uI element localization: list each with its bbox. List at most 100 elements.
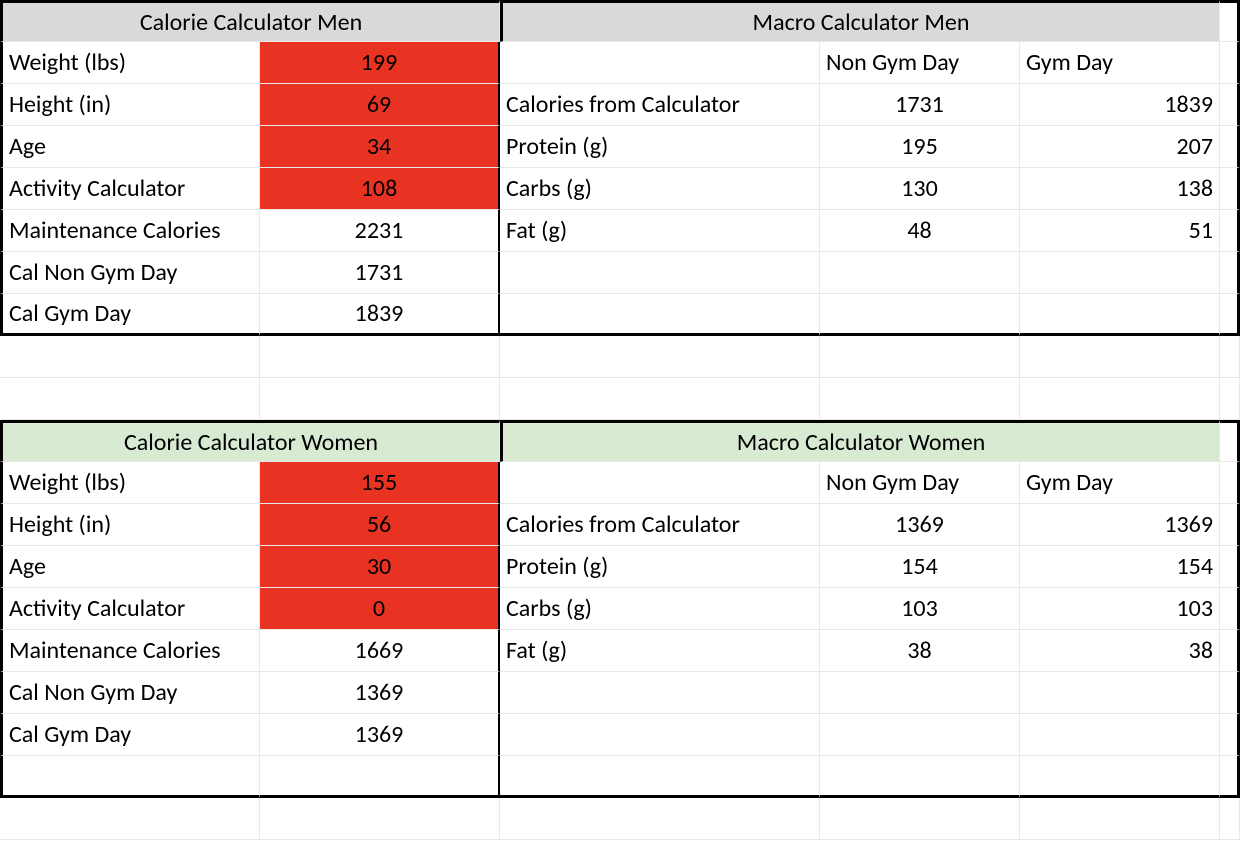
empty-cell: [1020, 798, 1220, 840]
empty-cell: [500, 336, 820, 378]
spacer: [1220, 84, 1240, 126]
empty-cell: [0, 798, 260, 840]
value-calnongym-women: 1369: [260, 672, 500, 714]
label-calories-from-calc-women: Calories from Calculator: [500, 504, 820, 546]
value-fat-gym-men: 51: [1020, 210, 1220, 252]
empty-cell: [260, 798, 500, 840]
label-protein-women: Protein (g): [500, 546, 820, 588]
spacer: [1220, 210, 1240, 252]
empty-cell: [1220, 378, 1240, 420]
label-age-men: Age: [0, 126, 260, 168]
empty-cell: [820, 756, 1020, 798]
value-carbs-nongym-women: 103: [820, 588, 1020, 630]
spacer: [1220, 42, 1240, 84]
spacer: [1220, 294, 1240, 336]
empty-cell: [820, 294, 1020, 336]
macro-blank: [500, 462, 820, 504]
spreadsheet: Calorie Calculator Men Macro Calculator …: [0, 0, 1246, 840]
empty-cell: [500, 672, 820, 714]
spacer: [1220, 714, 1240, 756]
label-calgym-men: Cal Gym Day: [0, 294, 260, 336]
spacer: [1220, 0, 1240, 42]
col-header-nongym-men: Non Gym Day: [820, 42, 1020, 84]
input-height-men[interactable]: 69: [260, 84, 500, 126]
empty-cell: [1220, 336, 1240, 378]
spacer: [1220, 252, 1240, 294]
col-header-nongym-women: Non Gym Day: [820, 462, 1020, 504]
value-cal-nongym-men: 1731: [820, 84, 1020, 126]
label-protein-men: Protein (g): [500, 126, 820, 168]
label-maintenance-men: Maintenance Calories: [0, 210, 260, 252]
empty-cell: [820, 378, 1020, 420]
empty-cell: [0, 756, 260, 798]
label-weight-women: Weight (lbs): [0, 462, 260, 504]
value-maintenance-men: 2231: [260, 210, 500, 252]
value-calnongym-men: 1731: [260, 252, 500, 294]
input-weight-men[interactable]: 199: [260, 42, 500, 84]
empty-cell: [0, 378, 260, 420]
empty-cell: [1020, 714, 1220, 756]
empty-cell: [500, 294, 820, 336]
empty-cell: [500, 756, 820, 798]
label-fat-women: Fat (g): [500, 630, 820, 672]
label-calories-from-calc-men: Calories from Calculator: [500, 84, 820, 126]
spacer: [1220, 504, 1240, 546]
empty-cell: [500, 378, 820, 420]
input-age-women[interactable]: 30: [260, 546, 500, 588]
value-calgym-women: 1369: [260, 714, 500, 756]
empty-cell: [0, 336, 260, 378]
input-height-women[interactable]: 56: [260, 504, 500, 546]
empty-cell: [260, 756, 500, 798]
empty-cell: [820, 672, 1020, 714]
value-cal-gym-men: 1839: [1020, 84, 1220, 126]
value-maintenance-women: 1669: [260, 630, 500, 672]
label-maintenance-women: Maintenance Calories: [0, 630, 260, 672]
spacer: [1220, 630, 1240, 672]
empty-cell: [260, 336, 500, 378]
spacer: [1220, 546, 1240, 588]
input-age-men[interactable]: 34: [260, 126, 500, 168]
value-carbs-gym-women: 103: [1020, 588, 1220, 630]
header-calorie-men: Calorie Calculator Men: [0, 0, 500, 42]
empty-cell: [1020, 378, 1220, 420]
label-activity-men: Activity Calculator: [0, 168, 260, 210]
label-calnongym-women: Cal Non Gym Day: [0, 672, 260, 714]
label-weight-men: Weight (lbs): [0, 42, 260, 84]
col-header-gym-women: Gym Day: [1020, 462, 1220, 504]
label-activity-women: Activity Calculator: [0, 588, 260, 630]
macro-blank: [500, 42, 820, 84]
input-activity-men[interactable]: 108: [260, 168, 500, 210]
spacer: [1220, 420, 1240, 462]
spacer: [1220, 126, 1240, 168]
label-calnongym-men: Cal Non Gym Day: [0, 252, 260, 294]
spacer: [1220, 462, 1240, 504]
header-macro-men: Macro Calculator Men: [500, 0, 1220, 42]
value-fat-gym-women: 38: [1020, 630, 1220, 672]
label-carbs-men: Carbs (g): [500, 168, 820, 210]
header-calorie-women: Calorie Calculator Women: [0, 420, 500, 462]
empty-cell: [1020, 672, 1220, 714]
header-macro-women: Macro Calculator Women: [500, 420, 1220, 462]
value-calgym-men: 1839: [260, 294, 500, 336]
empty-cell: [820, 252, 1020, 294]
label-height-women: Height (in): [0, 504, 260, 546]
input-activity-women[interactable]: 0: [260, 588, 500, 630]
label-calgym-women: Cal Gym Day: [0, 714, 260, 756]
spacer: [1220, 588, 1240, 630]
empty-cell: [500, 798, 820, 840]
empty-cell: [1220, 798, 1240, 840]
empty-cell: [820, 336, 1020, 378]
value-protein-gym-men: 207: [1020, 126, 1220, 168]
input-weight-women[interactable]: 155: [260, 462, 500, 504]
value-fat-nongym-women: 38: [820, 630, 1020, 672]
spacer: [1220, 168, 1240, 210]
empty-cell: [820, 798, 1020, 840]
value-protein-gym-women: 154: [1020, 546, 1220, 588]
value-protein-nongym-women: 154: [820, 546, 1020, 588]
empty-cell: [500, 252, 820, 294]
empty-cell: [260, 378, 500, 420]
empty-cell: [500, 714, 820, 756]
label-carbs-women: Carbs (g): [500, 588, 820, 630]
label-height-men: Height (in): [0, 84, 260, 126]
col-header-gym-men: Gym Day: [1020, 42, 1220, 84]
